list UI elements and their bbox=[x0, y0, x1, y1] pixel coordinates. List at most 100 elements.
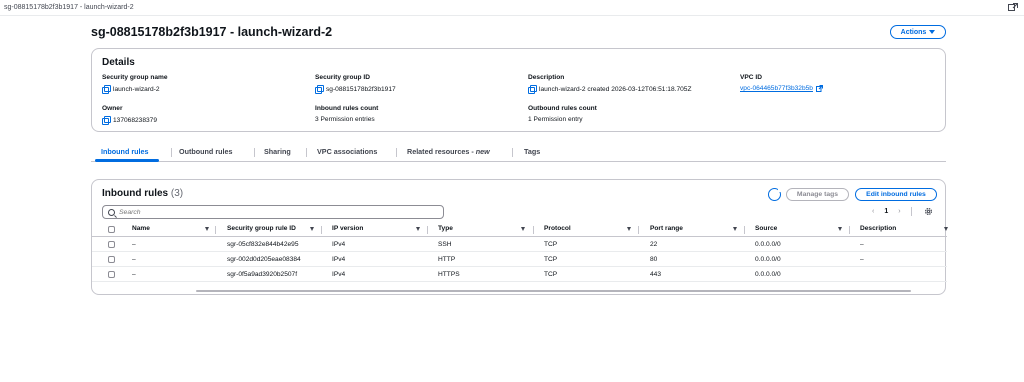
cell-protocol: TCP bbox=[544, 271, 558, 278]
cell-protocol: TCP bbox=[544, 256, 558, 263]
sort-caret-icon[interactable] bbox=[944, 227, 948, 231]
col-description[interactable]: Description bbox=[860, 225, 896, 232]
sort-caret-icon[interactable] bbox=[416, 227, 420, 231]
edit-inbound-rules-button[interactable]: Edit inbound rules bbox=[855, 188, 937, 201]
col-port-range[interactable]: Port range bbox=[650, 225, 683, 232]
tab-related-resources[interactable]: Related resources - new bbox=[407, 147, 490, 156]
open-in-new-window-icon[interactable] bbox=[1008, 3, 1018, 12]
inbound-rules-count: (3) bbox=[170, 188, 184, 199]
inbound-rules-heading: Inbound rules (3) bbox=[102, 188, 183, 199]
actions-label: Actions bbox=[900, 28, 927, 36]
browser-tab-bar: sg-08815178b2f3b1917 - launch-wizard-2 bbox=[0, 0, 1024, 16]
pager-divider bbox=[910, 207, 912, 216]
tab-sharing[interactable]: Sharing bbox=[264, 147, 291, 156]
cell-source: 0.0.0.0/0 bbox=[755, 241, 781, 248]
row-checkbox[interactable] bbox=[108, 271, 115, 278]
tab-vpc-associations[interactable]: VPC associations bbox=[317, 147, 377, 156]
column-divider bbox=[849, 226, 850, 234]
search-box[interactable] bbox=[102, 205, 444, 219]
field-inbound-rules-count: Inbound rules count 3 Permission entries bbox=[315, 105, 378, 123]
field-value: launch-wizard-2 bbox=[113, 85, 160, 93]
cell-source: 0.0.0.0/0 bbox=[755, 271, 781, 278]
col-name[interactable]: Name bbox=[132, 225, 150, 232]
field-value: 3 Permission entries bbox=[315, 116, 375, 123]
col-source[interactable]: Source bbox=[755, 225, 777, 232]
browser-tab-title[interactable]: sg-08815178b2f3b1917 - launch-wizard-2 bbox=[4, 4, 134, 11]
field-value: launch-wizard-2 created 2026-03-12T06:51… bbox=[539, 85, 692, 93]
cell-port-range: 443 bbox=[650, 271, 662, 278]
field-vpc-id: VPC ID vpc-064465b77f3b32b5b bbox=[740, 74, 823, 92]
actions-button[interactable]: Actions bbox=[890, 25, 946, 39]
sort-caret-icon[interactable] bbox=[627, 227, 631, 231]
cell-name: – bbox=[132, 256, 136, 263]
col-type[interactable]: Type bbox=[438, 225, 453, 232]
page-number[interactable]: 1 bbox=[884, 208, 888, 215]
cell-description: – bbox=[860, 256, 864, 263]
inbound-rules-title: Inbound rules bbox=[102, 188, 169, 199]
row-checkbox[interactable] bbox=[108, 256, 115, 263]
cell-description: – bbox=[860, 241, 864, 248]
field-label: Outbound rules count bbox=[528, 105, 597, 112]
search-icon bbox=[108, 208, 115, 216]
search-input[interactable] bbox=[119, 208, 419, 216]
copy-icon[interactable] bbox=[102, 85, 111, 94]
sort-caret-icon[interactable] bbox=[310, 227, 314, 231]
sort-caret-icon[interactable] bbox=[521, 227, 525, 231]
cell-rule-id: sgr-002d0d205eae08384 bbox=[227, 256, 301, 263]
sort-caret-icon[interactable] bbox=[838, 227, 842, 231]
settings-gear-icon[interactable] bbox=[924, 207, 933, 216]
tab-divider bbox=[171, 148, 172, 157]
details-heading: Details bbox=[102, 57, 135, 68]
cell-ip-version: IPv4 bbox=[332, 271, 346, 278]
table-row[interactable]: – sgr-05cf832e844b42e95 IPv4 SSH TCP 22 … bbox=[92, 237, 947, 252]
col-protocol[interactable]: Protocol bbox=[544, 225, 571, 232]
field-outbound-rules-count: Outbound rules count 1 Permission entry bbox=[528, 105, 597, 123]
field-label: Security group ID bbox=[315, 74, 370, 81]
field-value: 1 Permission entry bbox=[528, 116, 583, 123]
column-divider bbox=[638, 226, 639, 234]
copy-icon[interactable] bbox=[528, 85, 537, 94]
tab-outbound-rules[interactable]: Outbound rules bbox=[179, 147, 233, 156]
field-value: sg-08815178b2f3b1917 bbox=[326, 85, 396, 93]
row-checkbox[interactable] bbox=[108, 241, 115, 248]
col-ip-version[interactable]: IP version bbox=[332, 225, 363, 232]
cell-ip-version: IPv4 bbox=[332, 256, 346, 263]
field-label: VPC ID bbox=[740, 74, 762, 81]
tab-tags[interactable]: Tags bbox=[524, 147, 540, 156]
copy-icon[interactable] bbox=[102, 116, 111, 125]
sort-caret-icon[interactable] bbox=[733, 227, 737, 231]
chevron-right-icon[interactable]: › bbox=[898, 208, 900, 215]
field-security-group-id: Security group ID sg-08815178b2f3b1917 bbox=[315, 74, 396, 94]
refresh-icon[interactable] bbox=[768, 188, 782, 201]
external-link-icon[interactable] bbox=[815, 85, 823, 92]
details-panel: Details Security group name launch-wizar… bbox=[91, 48, 946, 132]
column-divider bbox=[427, 226, 428, 234]
column-divider bbox=[215, 226, 216, 234]
field-security-group-name: Security group name launch-wizard-2 bbox=[102, 74, 168, 94]
vpc-id-link[interactable]: vpc-064465b77f3b32b5b bbox=[740, 85, 813, 92]
cell-protocol: TCP bbox=[544, 241, 558, 248]
chevron-left-icon[interactable]: ‹ bbox=[872, 208, 874, 215]
cell-type: HTTP bbox=[438, 256, 456, 263]
manage-tags-button[interactable]: Manage tags bbox=[786, 188, 849, 201]
cell-ip-version: IPv4 bbox=[332, 241, 346, 248]
field-value: 137068238379 bbox=[113, 116, 158, 124]
tab-divider bbox=[306, 148, 307, 157]
table-row[interactable]: – sgr-0f5a9ad3920b2507f IPv4 HTTPS TCP 4… bbox=[92, 267, 947, 282]
col-rule-id[interactable]: Security group rule ID bbox=[227, 225, 296, 232]
tab-divider bbox=[254, 148, 255, 157]
field-label: Description bbox=[528, 74, 565, 81]
new-badge: new bbox=[475, 147, 490, 156]
table-row[interactable]: – sgr-002d0d205eae08384 IPv4 HTTP TCP 80… bbox=[92, 252, 947, 267]
field-description: Description launch-wizard-2 created 2026… bbox=[528, 74, 692, 94]
horizontal-scrollbar[interactable] bbox=[196, 290, 911, 292]
cell-type: HTTPS bbox=[438, 271, 460, 278]
sort-caret-icon[interactable] bbox=[205, 227, 209, 231]
cell-port-range: 22 bbox=[650, 241, 658, 248]
cell-rule-id: sgr-0f5a9ad3920b2507f bbox=[227, 271, 298, 278]
column-divider bbox=[744, 226, 745, 234]
copy-icon[interactable] bbox=[315, 85, 324, 94]
select-all-checkbox[interactable] bbox=[108, 226, 115, 233]
page-title: sg-08815178b2f3b1917 - launch-wizard-2 bbox=[91, 25, 333, 39]
tab-inbound-rules[interactable]: Inbound rules bbox=[101, 147, 149, 156]
